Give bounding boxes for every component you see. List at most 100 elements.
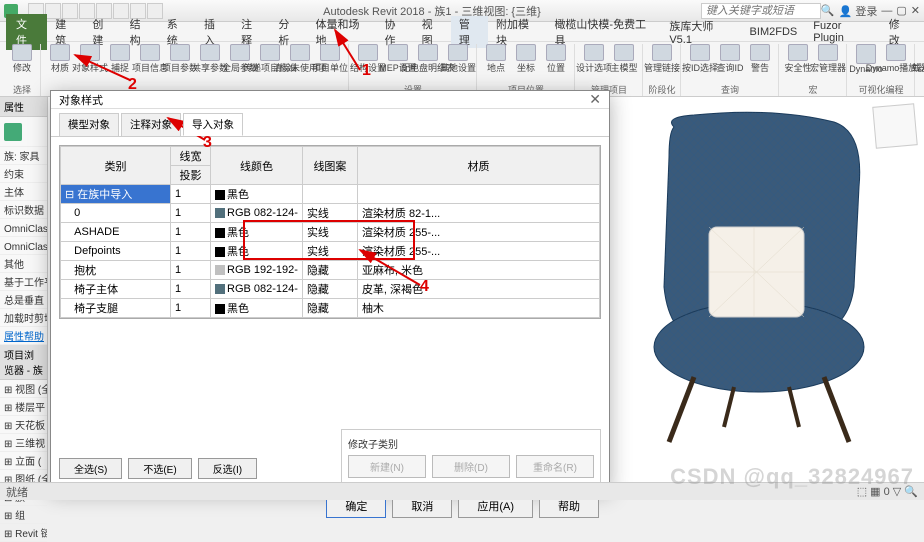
object-styles-dialog: 对象样式 ✕ 模型对象 注释对象 导入对象 类别 线宽 线颜色 线图案 材质 投…	[50, 90, 610, 490]
ribbon-button[interactable]: 坐标	[512, 44, 540, 74]
menu-item[interactable]: 协作	[376, 16, 413, 48]
ribbon-button[interactable]: 项目单位	[316, 44, 344, 74]
menu-item[interactable]: 分析	[270, 16, 307, 48]
property-row[interactable]: OmniClass 标	[0, 237, 47, 255]
col-category[interactable]: 类别	[61, 147, 171, 185]
properties-help-link[interactable]: 属性帮助	[0, 327, 47, 345]
select-none-button[interactable]: 不选(E)	[128, 458, 191, 479]
tab-import[interactable]: 导入对象	[183, 113, 243, 136]
property-row[interactable]: 总是垂直	[0, 291, 47, 309]
help-search-input[interactable]	[701, 3, 821, 19]
property-row[interactable]: 约束	[0, 165, 47, 183]
table-row[interactable]: 椅子主体1RGB 082-124-隐藏皮革, 深褐色	[61, 280, 600, 299]
dialog-tabs: 模型对象 注释对象 导入对象	[51, 109, 609, 136]
family-type[interactable]: 族: 家具	[0, 147, 47, 165]
menu-item[interactable]: 结构	[122, 16, 159, 48]
menu-item[interactable]: 插入	[196, 16, 233, 48]
tree-item[interactable]: ⊞ 楼层平	[0, 398, 47, 416]
tree-item[interactable]: ⊞ 视图 (全	[0, 380, 47, 398]
new-button[interactable]: 新建(N)	[348, 455, 426, 478]
tree-item[interactable]: ⊞ Revit 链	[0, 524, 47, 542]
ribbon-button[interactable]: 宏管理器	[814, 44, 842, 74]
property-row[interactable]: OmniClass 编	[0, 219, 47, 237]
table-row[interactable]: ASHADE1黑色实线渲染材质 255-...	[61, 223, 600, 242]
ribbon-button[interactable]: 其他设置	[444, 44, 472, 74]
ribbon-button[interactable]: 材质	[46, 44, 74, 74]
ribbon-button[interactable]: 设计选项	[580, 44, 608, 74]
property-row[interactable]: 加载时剪切的	[0, 309, 47, 327]
ribbon-button[interactable]: 载入到项目	[920, 44, 924, 74]
ribbon-button[interactable]: 修改	[8, 44, 36, 74]
ribbon-button[interactable]: 警告	[746, 44, 774, 74]
dialog-close-icon[interactable]: ✕	[589, 91, 601, 108]
tree-item[interactable]: ⊞ 天花板	[0, 416, 47, 434]
categories-grid[interactable]: 类别 线宽 线颜色 线图案 材质 投影 ⊟ 在族中导入1黑色 01RGB 082…	[59, 145, 601, 319]
tab-annotation[interactable]: 注释对象	[121, 113, 181, 136]
property-row[interactable]: 主体	[0, 183, 47, 201]
login-button[interactable]: 👤 登录	[839, 3, 878, 19]
ribbon-button[interactable]: 管理链接	[648, 44, 676, 74]
tab-model[interactable]: 模型对象	[59, 113, 119, 136]
menu-item[interactable]: 修改	[881, 16, 918, 48]
menu-manage[interactable]: 管理	[451, 16, 488, 48]
ribbon-button[interactable]: 项目参数	[166, 44, 194, 74]
ribbon-group-label: 可视化编程	[858, 83, 903, 96]
ribbon-group-label: 查询	[721, 83, 739, 96]
properties-panel: 属性 族: 家具 约束主体标识数据OmniClass 编OmniClass 标其…	[0, 97, 48, 482]
table-row[interactable]: 抱枕1RGB 192-192-隐藏亚麻布, 米色	[61, 261, 600, 280]
ribbon-group-label: 阶段化	[648, 83, 675, 96]
select-all-button[interactable]: 全选(S)	[59, 458, 122, 479]
status-text: 就绪	[6, 484, 28, 500]
invert-selection-button[interactable]: 反选(I)	[198, 458, 257, 479]
annotation-4: 4	[420, 278, 429, 296]
menu-item[interactable]: 体量和场地	[308, 16, 377, 48]
table-row[interactable]: ⊟ 在族中导入1黑色	[61, 185, 600, 204]
ribbon-button[interactable]: 安全性	[784, 44, 812, 74]
table-row[interactable]: Defpoints1黑色实线渲染材质 255-...	[61, 242, 600, 261]
infocenter-icon[interactable]: 🔍	[821, 4, 835, 17]
menu-item[interactable]: 注释	[233, 16, 270, 48]
delete-button[interactable]: 删除(D)	[432, 455, 510, 478]
tree-item[interactable]: ⊞ 组	[0, 506, 47, 524]
col-linecolor[interactable]: 线颜色	[211, 147, 303, 185]
ribbon-group-label: 选择	[13, 83, 31, 96]
menu-item[interactable]: 视图	[414, 16, 451, 48]
properties-header: 属性	[0, 97, 47, 117]
ribbon-button[interactable]: 查询ID	[716, 44, 744, 74]
menu-item[interactable]: 创建	[84, 16, 121, 48]
property-row[interactable]: 基于工作平面	[0, 273, 47, 291]
property-row[interactable]: 标识数据	[0, 201, 47, 219]
tree-item[interactable]: ⊞ 三维视	[0, 434, 47, 452]
ribbon-button[interactable]: 共享参数	[196, 44, 224, 74]
ribbon-button[interactable]: 位置	[542, 44, 570, 74]
menu-item[interactable]: BIM2FDS	[742, 26, 806, 38]
col-linepattern[interactable]: 线图案	[302, 147, 357, 185]
dialog-title: 对象样式	[59, 92, 103, 108]
ribbon-button[interactable]: 配电盘明细表	[414, 44, 442, 74]
table-row[interactable]: 01RGB 082-124-实线渲染材质 82-1...	[61, 204, 600, 223]
ribbon-button[interactable]: 主模型	[610, 44, 638, 74]
ribbon-button[interactable]: 清除未使用项	[286, 44, 314, 74]
menu-item[interactable]: 橄榄山快模-免费工具	[546, 16, 661, 48]
property-row[interactable]: 其他	[0, 255, 47, 273]
ribbon-button[interactable]: 对象样式	[76, 44, 104, 74]
ribbon-button[interactable]: 项目信息	[136, 44, 164, 74]
modify-subcategory-group: 修改子类别 新建(N) 删除(D) 重命名(R)	[341, 429, 601, 485]
menu-item[interactable]: 附加模块	[488, 16, 546, 48]
rename-button[interactable]: 重命名(R)	[516, 455, 594, 478]
tree-item[interactable]: ⊞ 立面 (	[0, 452, 47, 470]
ribbon-button[interactable]: 地点	[482, 44, 510, 74]
ribbon-button[interactable]: 按ID选择	[686, 44, 714, 74]
col-projection[interactable]: 投影	[171, 166, 211, 185]
ribbon-button[interactable]: 捕捉	[106, 44, 134, 74]
ribbon-button[interactable]: Dynamo播放器	[882, 44, 910, 74]
browser-header: 项目浏览器 - 族	[0, 345, 47, 380]
menu-item[interactable]: 建筑	[47, 16, 84, 48]
table-row[interactable]: 椅子支腿1黑色隐藏柚木	[61, 299, 600, 318]
menu-item[interactable]: 族库大师V5.1	[661, 18, 741, 46]
col-material[interactable]: 材质	[357, 147, 599, 185]
ribbon-group-label: 宏	[808, 83, 817, 96]
chair-model	[614, 107, 894, 447]
menu-item[interactable]: Fuzor Plugin	[805, 20, 881, 44]
menu-item[interactable]: 系统	[159, 16, 196, 48]
